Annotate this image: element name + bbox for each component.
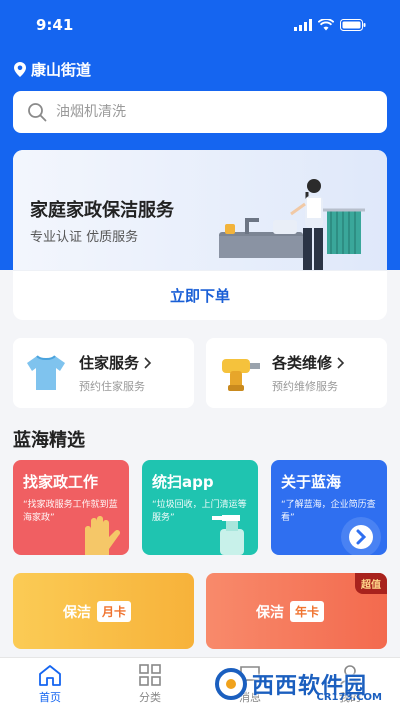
pick-card-about[interactable]: 关于蓝海 “了解蓝海，企业简历查看” xyxy=(271,460,387,555)
promo-label: 保洁 xyxy=(63,604,91,621)
signal-icon xyxy=(294,19,312,31)
service-subtitle: 预约维修服务 xyxy=(272,380,338,393)
promo-yearly-card[interactable]: 超值 保洁 年卡 xyxy=(206,573,387,649)
search-input[interactable] xyxy=(56,104,356,120)
glove-icon xyxy=(85,516,121,555)
location-pin-icon xyxy=(14,62,26,77)
service-title: 住家服务 xyxy=(79,354,140,372)
pick-card-jobs[interactable]: 找家政工作 “找家政服务工作就到蓝海家政” xyxy=(13,460,129,555)
banner-title: 家庭家政保洁服务 xyxy=(30,200,174,221)
home-service-card[interactable]: 住家服务 预约住家服务 xyxy=(13,338,194,408)
cleaning-illustration xyxy=(219,179,365,270)
status-icons xyxy=(294,19,366,31)
battery-icon xyxy=(340,19,366,31)
arrow-circle-icon xyxy=(341,517,381,555)
service-title: 各类维修 xyxy=(272,354,333,372)
pick-card-app[interactable]: 统扫app “垃圾回收，上门清运等服务” xyxy=(142,460,258,555)
pick-title: 找家政工作 xyxy=(23,473,99,491)
home-icon xyxy=(39,665,61,686)
banner-hero: 家庭家政保洁服务 专业认证 优质服务 xyxy=(13,150,387,270)
site-watermark: 西西软件园 CR173.COM xyxy=(214,663,390,705)
promo-tag: 月卡 xyxy=(97,601,132,622)
spray-bottle-icon xyxy=(212,515,244,555)
pick-title: 统扫app xyxy=(152,473,214,491)
tab-label: 首页 xyxy=(39,691,61,704)
tshirt-icon xyxy=(27,355,65,390)
watermark-subtext: CR173.COM xyxy=(316,692,382,703)
location-name: 康山街道 xyxy=(31,61,92,79)
order-now-button[interactable]: 立即下单 xyxy=(13,270,387,320)
service-subtitle: 预约住家服务 xyxy=(79,380,145,393)
repair-service-card[interactable]: 各类维修 预约维修服务 xyxy=(206,338,387,408)
watermark-logo-icon xyxy=(215,668,247,700)
banner-subtitle: 专业认证 优质服务 xyxy=(30,230,139,245)
section-title: 蓝海精选 xyxy=(13,430,85,451)
wifi-icon xyxy=(318,19,334,31)
tab-home[interactable]: 首页 xyxy=(0,658,100,711)
search-bar[interactable] xyxy=(13,91,387,133)
chevron-right-icon xyxy=(144,356,152,369)
pick-title: 关于蓝海 xyxy=(281,473,342,491)
location-selector[interactable]: 康山街道 xyxy=(14,59,91,80)
promo-tag: 年卡 xyxy=(290,601,325,622)
promo-badge: 超值 xyxy=(355,573,387,594)
status-time: 9:41 xyxy=(36,16,74,34)
tab-category[interactable]: 分类 xyxy=(100,658,200,711)
service-banner[interactable]: 家庭家政保洁服务 专业认证 优质服务 立即下单 xyxy=(13,150,387,320)
status-bar: 9:41 xyxy=(0,0,400,50)
drill-icon xyxy=(222,359,260,391)
promo-monthly-card[interactable]: 保洁 月卡 xyxy=(13,573,194,649)
tab-label: 分类 xyxy=(139,691,161,704)
promo-label: 保洁 xyxy=(256,604,284,621)
chevron-right-icon xyxy=(337,356,345,369)
grid-icon xyxy=(139,664,161,686)
search-icon xyxy=(28,103,47,122)
